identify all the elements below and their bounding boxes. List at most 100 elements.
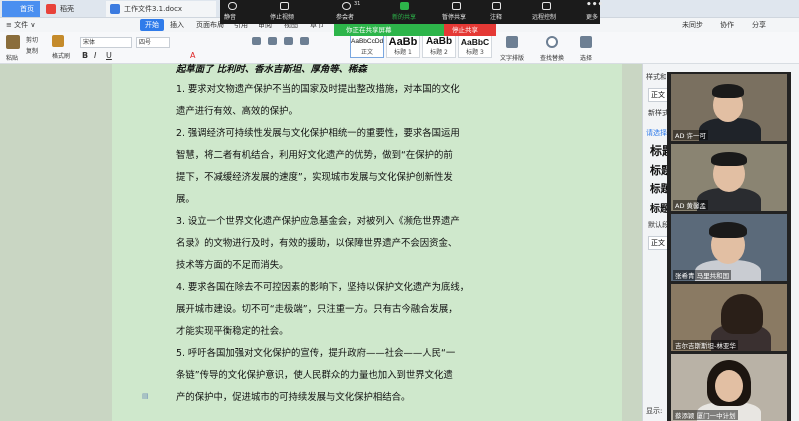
more-dots-icon: ••• — [586, 0, 604, 10]
word-doc-icon — [110, 4, 120, 14]
align-left-button[interactable] — [252, 37, 261, 47]
align-center-button[interactable] — [268, 37, 277, 47]
copy-label: 复制 — [26, 48, 39, 55]
doc-line: 展开城市建设。切不可“走极端”，只注重一方。只有古今融合发展， — [176, 304, 458, 315]
justify-button[interactable] — [300, 37, 309, 47]
more-button[interactable]: 更多 — [586, 12, 598, 21]
remote-control-button[interactable]: 远程控制 — [532, 12, 556, 21]
collaborate-button[interactable]: 协作 — [720, 18, 734, 32]
participant-name: 吉尔吉斯斯坦-林亚华 — [673, 340, 738, 350]
doc-line: 提下，不减缓经济发展的速度”，实现城市发展与文化保护创新性发 — [176, 172, 453, 183]
format-painter-label: 格式刷 — [52, 53, 71, 60]
tab-home-label: 首页 — [20, 5, 34, 13]
stop-video-button[interactable]: 停止视频 — [270, 12, 294, 21]
annotate-button[interactable]: 注释 — [490, 12, 502, 21]
tab-docer[interactable]: 稻壳 — [42, 1, 102, 17]
style-h3-sample: AaBbC — [460, 37, 490, 47]
unsynced-button[interactable]: 未同步 — [682, 18, 703, 32]
video-tile[interactable]: 吉尔吉斯斯坦-林亚华 — [671, 284, 787, 351]
tab-document[interactable]: 工作文件3.1.docx — [106, 1, 216, 17]
participant-hair — [709, 222, 747, 238]
brush-icon — [52, 35, 64, 47]
select-label: 选择 — [580, 55, 593, 62]
paragraph-marker-icon[interactable]: ▤ — [142, 392, 156, 402]
style-heading-3[interactable]: AaBbC 标题 3 — [458, 34, 492, 58]
doc-heading-partial: 起草面了 比利时、香水吉斯坦、厚角等、稀森 — [176, 64, 367, 75]
participant-name: AD 许一可 — [673, 130, 709, 140]
text-layout-label: 文字排版 — [500, 55, 525, 62]
style-normal-sample: AaBbCcDd — [351, 38, 384, 45]
show-label: 显示: — [646, 407, 663, 415]
participant-name: 蔡添颖 厦门一中计划 — [673, 410, 738, 420]
menu-start[interactable]: 开始 — [140, 19, 164, 31]
style-h2-sample: AaBb — [425, 36, 453, 47]
doc-line: 3. 设立一个世界文化遗产保护应急基金会，对被列入《濒危世界遗产 — [176, 216, 460, 227]
video-tile[interactable]: 张希青 马里共和国 — [671, 214, 787, 281]
participant-count: 31 — [354, 1, 361, 7]
doc-line: 智慧，将二者有机结合，利用好文化遗产的优势，做到“在保护的前 — [176, 150, 453, 161]
new-share-button[interactable]: 新的共享 — [392, 12, 416, 21]
font-name-select[interactable]: 宋体 — [80, 37, 132, 48]
text-layout-button[interactable]: 文字排版 — [500, 36, 524, 62]
align-left-icon — [252, 37, 261, 45]
copy-button[interactable]: 复制 — [26, 46, 38, 55]
style-heading-2[interactable]: AaBb 标题 2 — [422, 34, 456, 58]
doc-line: 遗产进行有效、高效的保护。 — [176, 106, 298, 117]
doc-line: 4. 要求各国在除去不可控因素的影响下，坚持以保护文化遗产为底线， — [176, 282, 470, 293]
video-tile[interactable]: 蔡添颖 厦门一中计划 — [671, 354, 787, 421]
align-right-icon — [284, 37, 293, 45]
cut-button[interactable]: 剪切 — [26, 35, 38, 44]
doc-line: 1. 要求对文物遗产保护不当的国家及时提出整改措施，对本国的文化 — [176, 84, 460, 95]
participant-name: AD 黄馨孟 — [673, 200, 709, 210]
italic-button[interactable]: I — [94, 51, 96, 60]
select-button[interactable]: 选择 — [580, 36, 592, 62]
video-tile[interactable]: AD 黄馨孟 — [671, 144, 787, 211]
doc-line: 技术等方面的不足而消失。 — [176, 260, 289, 271]
video-tile[interactable]: AD 许一可 — [671, 74, 787, 141]
style-heading-1[interactable]: AaBb 标题 1 — [386, 34, 420, 58]
pause-icon — [452, 2, 461, 10]
doc-line: 才能实现平衡稳定的社会。 — [176, 326, 289, 337]
share-button[interactable]: 分享 — [752, 18, 766, 32]
doc-line: 2. 强调经济可持续性发展与文化保护相统一的重要性，要求各国运用 — [176, 128, 460, 139]
format-painter-button[interactable]: 格式刷 — [52, 35, 70, 60]
participants-button[interactable]: 参会者 — [336, 12, 354, 21]
find-replace-button[interactable]: 查找替换 — [540, 36, 564, 62]
align-center-icon — [268, 37, 277, 45]
style-normal[interactable]: AaBbCcDd 正文 — [350, 34, 384, 58]
style-normal-item[interactable]: 正文 — [648, 236, 668, 250]
align-right-button[interactable] — [284, 37, 293, 47]
menu-file[interactable]: ≡ 文件 ∨ — [6, 18, 35, 32]
participant-hair — [711, 152, 747, 166]
font-size-select[interactable]: 四号 — [136, 37, 170, 48]
styles-panel-title: 样式和格式 — [646, 73, 666, 81]
meeting-control-bar: 静音 停止视频 31 参会者 新的共享 暂停共享 注释 远程控制 ••• 更多 — [220, 0, 604, 24]
current-style-box[interactable]: 正文 — [648, 88, 668, 102]
bold-button[interactable]: B — [82, 51, 88, 60]
font-color-button[interactable]: A — [190, 51, 195, 60]
tab-home[interactable]: 首页 — [2, 1, 40, 17]
docer-icon — [46, 4, 56, 14]
underline-button[interactable]: U — [106, 51, 112, 60]
text-layout-icon — [506, 36, 518, 48]
tab-docer-label: 稻壳 — [60, 5, 74, 13]
participant-hair — [712, 84, 744, 98]
doc-line: 展。 — [176, 194, 195, 205]
participants-icon — [342, 2, 351, 10]
default-para-font[interactable]: 默认段落字体 — [648, 220, 668, 230]
annotate-icon — [492, 2, 501, 10]
cut-label: 剪切 — [26, 37, 39, 44]
doc-line: 产的保护中，促进城市的可持续发展与文化保护相结合。 — [176, 392, 411, 403]
doc-line: 名录》的文物进行及时，有效的援助，以保障世界遗产不会因资金、 — [176, 238, 458, 249]
paste-button[interactable]: 粘贴 — [6, 35, 20, 62]
menu-insert[interactable]: 插入 — [170, 18, 184, 32]
doc-line: 条链”传导的文化保护意识，使人民群众的力量也加入到世界文化遗 — [176, 370, 453, 381]
sharing-indicator: 你正在共享屏幕 停止共享 — [334, 24, 496, 36]
stop-share-button[interactable]: 停止共享 — [444, 24, 496, 36]
sharing-status-label: 你正在共享屏幕 — [334, 24, 444, 36]
new-style-button[interactable]: 新样式 — [648, 108, 668, 118]
paste-label: 粘贴 — [6, 55, 19, 62]
mute-button[interactable]: 静音 — [224, 12, 236, 21]
pause-share-button[interactable]: 暂停共享 — [442, 12, 466, 21]
style-h3-label: 标题 3 — [466, 49, 484, 56]
